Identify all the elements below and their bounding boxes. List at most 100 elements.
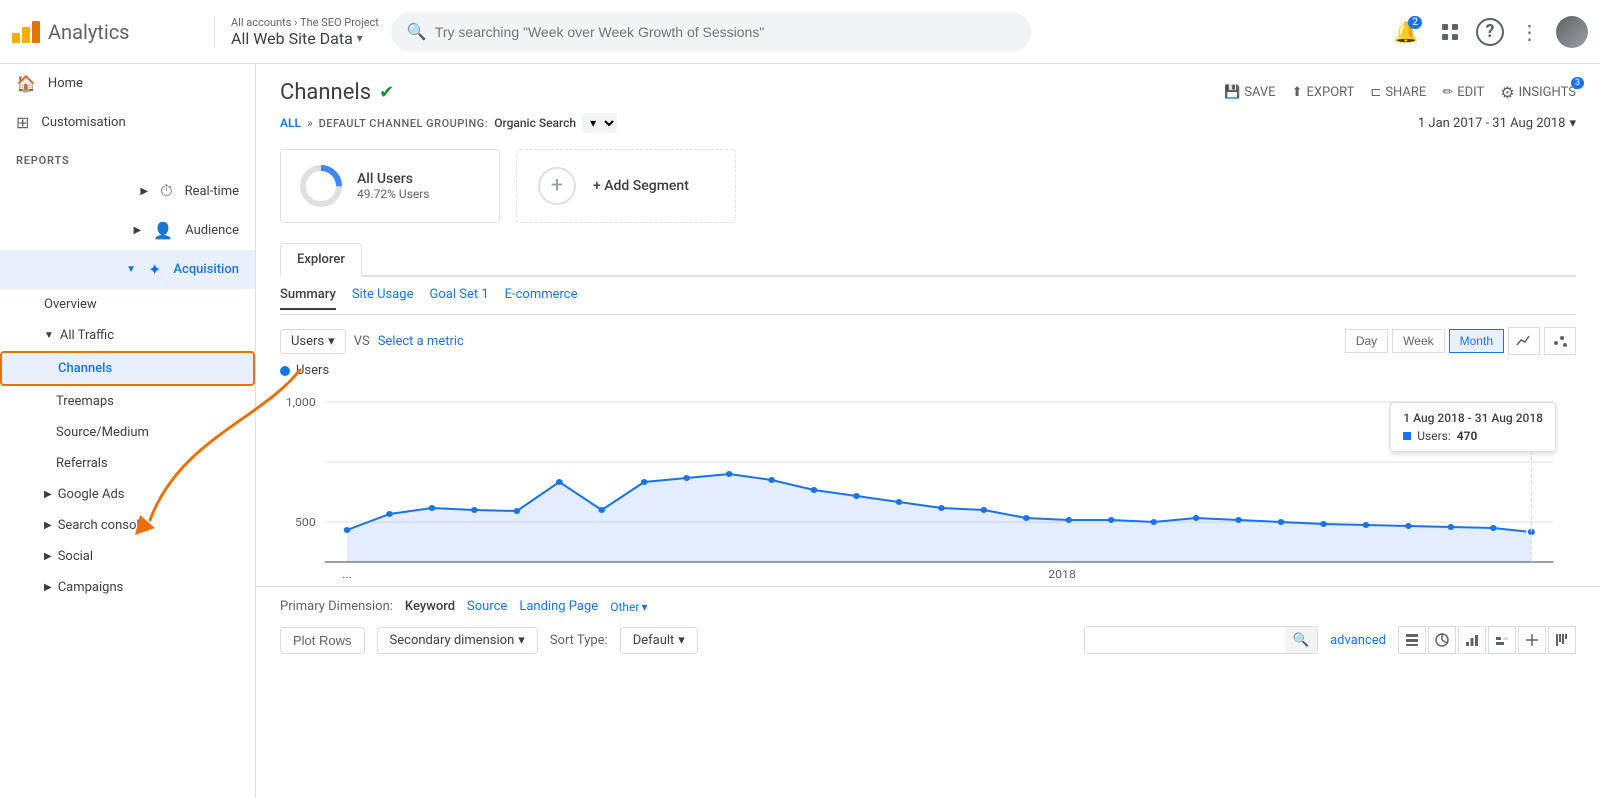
help-button[interactable]: ?: [1476, 18, 1504, 46]
table-search-input[interactable]: [1085, 628, 1285, 653]
other-dimension-dropdown[interactable]: Other ▾: [610, 600, 647, 614]
verified-icon: ✔: [379, 82, 394, 103]
data-point: [1065, 517, 1072, 523]
insights-badge: 3: [1571, 77, 1584, 89]
table-view-button[interactable]: [1398, 626, 1426, 654]
save-button[interactable]: 💾 SAVE: [1224, 85, 1276, 100]
search-icon: 🔍: [407, 22, 427, 41]
data-point: [1193, 515, 1200, 521]
scatter-chart-button[interactable]: [1544, 327, 1576, 355]
sidebar-item-referrals[interactable]: Referrals: [0, 448, 255, 479]
sub-tab-summary[interactable]: Summary: [280, 287, 336, 310]
keyword-dimension[interactable]: Keyword: [405, 599, 455, 614]
date-range-label: 1 Jan 2017 - 31 Aug 2018: [1418, 116, 1566, 131]
secondary-dimension-button[interactable]: Secondary dimension ▾: [377, 627, 538, 654]
sidebar-item-all-traffic[interactable]: ▼ All Traffic: [0, 320, 255, 351]
scatter-icon: [1552, 333, 1568, 349]
edit-button[interactable]: ✏ EDIT: [1442, 85, 1484, 100]
month-button[interactable]: Month: [1449, 329, 1504, 353]
day-button[interactable]: Day: [1345, 329, 1388, 353]
bar-icon: [1465, 633, 1479, 647]
insights-label: INSIGHTS: [1519, 85, 1576, 100]
app-title: Analytics: [48, 20, 130, 44]
table-search-button[interactable]: 🔍: [1285, 627, 1318, 653]
account-selector[interactable]: All accounts › The SEO Project All Web S…: [214, 16, 379, 48]
acquisition-label: Acquisition: [173, 262, 239, 277]
pie-view-button[interactable]: [1428, 626, 1456, 654]
line-chart-icon: [1516, 333, 1532, 349]
select-metric-link[interactable]: Select a metric: [378, 334, 464, 349]
sidebar-item-acquisition[interactable]: ▼ ✦ Acquisition: [0, 250, 255, 289]
week-button[interactable]: Week: [1392, 329, 1444, 353]
segment-card-add[interactable]: + + Add Segment: [516, 149, 736, 223]
bar-view-button[interactable]: [1458, 626, 1486, 654]
share-button[interactable]: ⊏ SHARE: [1370, 85, 1426, 100]
global-search-bar[interactable]: 🔍: [391, 12, 1031, 52]
view-buttons: [1398, 626, 1576, 654]
data-point: [853, 493, 860, 499]
data-point: [386, 511, 393, 517]
sidebar-item-search-console[interactable]: ▶ Search console: [0, 510, 255, 541]
sub-tab-site-usage[interactable]: Site Usage: [352, 287, 414, 310]
svg-text:...: ...: [342, 568, 352, 581]
sidebar-item-overview[interactable]: Overview: [0, 289, 255, 320]
sidebar-item-home[interactable]: 🏠 Home: [0, 64, 255, 103]
segment-title: All Users: [357, 171, 430, 187]
sidebar-item-google-ads[interactable]: ▶ Google Ads: [0, 479, 255, 510]
data-point: [811, 487, 818, 493]
data-point: [938, 505, 945, 511]
sub-tab-ecommerce[interactable]: E-commerce: [505, 287, 578, 310]
breadcrumb-all[interactable]: ALL: [280, 116, 301, 130]
chart-area: Users 1,000 500: [256, 363, 1600, 586]
notification-button[interactable]: 🔔 2: [1388, 14, 1424, 50]
metric-dropdown[interactable]: Users ▾: [280, 329, 346, 354]
sub-tab-goal-set[interactable]: Goal Set 1: [430, 287, 489, 310]
comparison-view-button[interactable]: [1488, 626, 1516, 654]
account-path: All accounts › The SEO Project: [231, 16, 379, 29]
add-circle-svg: +: [533, 162, 581, 210]
landing-page-dimension[interactable]: Landing Page: [519, 599, 598, 614]
apps-grid-button[interactable]: [1432, 14, 1468, 50]
segment-row: All Users 49.72% Users + + Add Segment: [256, 141, 1600, 231]
segment-card-all-users[interactable]: All Users 49.72% Users: [280, 149, 500, 223]
metric-chevron-icon: ▾: [328, 334, 335, 349]
insights-button[interactable]: ⚙ 3 INSIGHTS: [1500, 83, 1576, 102]
data-point: [471, 507, 478, 513]
acquisition-icon: ✦: [148, 260, 161, 279]
sidebar-item-audience[interactable]: ▶ 👤 Audience: [0, 211, 255, 250]
search-console-label: Search console: [58, 518, 147, 533]
sort-type-dropdown[interactable]: Default ▾: [620, 627, 698, 654]
plot-rows-button[interactable]: Plot Rows: [280, 627, 365, 654]
sidebar-item-social[interactable]: ▶ Social: [0, 541, 255, 572]
sidebar-item-campaigns[interactable]: ▶ Campaigns: [0, 572, 255, 603]
source-dimension[interactable]: Source: [467, 599, 507, 614]
svg-text:1,000: 1,000: [286, 396, 316, 409]
line-chart-button[interactable]: [1508, 327, 1540, 355]
sidebar-item-realtime[interactable]: ▶ ⏱ Real-time: [0, 171, 255, 211]
chart-wrapper: 1,000 500: [280, 382, 1576, 586]
svg-text:+: +: [551, 173, 563, 198]
site-name-dropdown[interactable]: All Web Site Data ▾: [231, 29, 379, 48]
search-input[interactable]: [435, 24, 1015, 40]
all-traffic-label: All Traffic: [60, 328, 114, 343]
pivot-view-button[interactable]: [1518, 626, 1546, 654]
lifetime-view-button[interactable]: [1548, 626, 1576, 654]
save-label: SAVE: [1244, 85, 1275, 100]
breadcrumb-dropdown[interactable]: ▾: [582, 113, 617, 133]
sidebar-item-treemaps[interactable]: Treemaps: [0, 386, 255, 417]
sidebar-item-channels[interactable]: Channels: [0, 351, 255, 386]
date-range-picker[interactable]: 1 Jan 2017 - 31 Aug 2018 ▾: [1418, 116, 1576, 131]
sidebar-item-source-medium[interactable]: Source/Medium: [0, 417, 255, 448]
metric-label: Users: [291, 334, 324, 349]
advanced-link[interactable]: advanced: [1330, 633, 1386, 648]
tab-explorer[interactable]: Explorer: [280, 243, 362, 277]
logo-area: Analytics: [12, 20, 202, 44]
data-point: [683, 475, 690, 481]
user-avatar[interactable]: [1556, 16, 1588, 48]
logo-bar-2: [22, 27, 30, 43]
sidebar-item-customisation[interactable]: ⊞ Customisation: [0, 103, 255, 142]
segment-info: All Users 49.72% Users: [357, 171, 430, 201]
export-button[interactable]: ⬆ EXPORT: [1292, 85, 1355, 100]
edit-label: EDIT: [1457, 85, 1484, 100]
more-options-button[interactable]: ⋮: [1512, 14, 1548, 50]
